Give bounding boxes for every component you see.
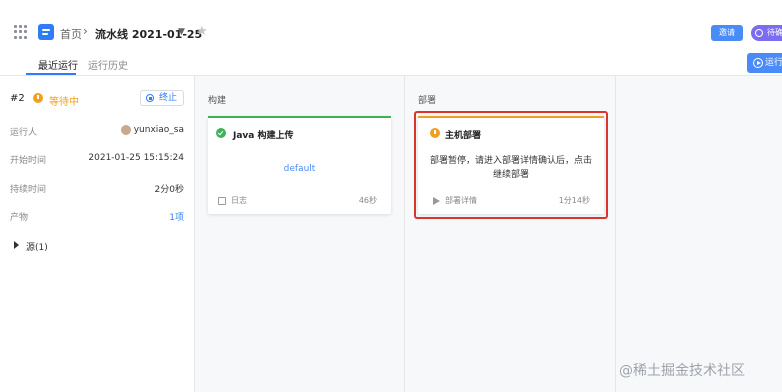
stage-title: 构建	[208, 96, 227, 106]
log-icon	[218, 197, 226, 205]
breadcrumb-separator: ›	[83, 24, 88, 38]
status-button[interactable]: 待确认	[751, 25, 782, 41]
artifacts-label: 产物	[10, 213, 29, 223]
success-icon	[216, 128, 226, 138]
start-time-label: 开始时间	[10, 156, 47, 166]
avatar	[121, 125, 131, 135]
tab-bar: 最近运行 运行历史	[0, 52, 782, 76]
tab-recent-runs[interactable]: 最近运行	[38, 57, 78, 72]
runner-label: 运行人	[10, 128, 38, 138]
job-output-link[interactable]: default	[208, 164, 391, 174]
stage-title: 部署	[418, 96, 437, 106]
tab-run-history[interactable]: 运行历史	[88, 57, 128, 72]
job-log-link[interactable]: 日志	[231, 195, 247, 206]
stop-icon	[146, 94, 154, 102]
duration-value: 2分0秒	[154, 185, 184, 195]
waiting-icon	[33, 93, 43, 103]
apps-grid-icon[interactable]	[14, 25, 28, 39]
status-label: 待确认	[767, 28, 782, 37]
stage-column-build: 构建 Java 构建上传 default 日志 46秒	[195, 76, 405, 392]
run-button-label: 运行	[765, 58, 782, 68]
stop-label: 终止	[159, 93, 178, 103]
job-duration: 46秒	[358, 196, 377, 205]
active-tab-indicator	[26, 73, 76, 75]
start-time-value: 2021-01-25 15:15:24	[88, 153, 184, 163]
run-info-panel: #2 等待中 终止 运行人 yunxiao_sa 开始时间 2021-01-25…	[0, 76, 195, 392]
artifacts-link[interactable]: 1项	[169, 210, 184, 223]
source-toggle[interactable]: 源(1)	[26, 240, 48, 253]
job-name: Java 构建上传	[233, 131, 294, 141]
invite-button[interactable]: 邀请	[711, 25, 743, 41]
duration-label: 持续时间	[10, 185, 47, 195]
run-button[interactable]: 运行	[747, 53, 782, 73]
watermark: @稀土掘金技术社区	[619, 363, 745, 379]
chevron-down-icon[interactable]: ▼	[178, 27, 185, 37]
runner-value: yunxiao_sa	[133, 125, 184, 135]
status-dot-icon	[755, 29, 763, 37]
run-status: 等待中	[49, 97, 79, 108]
play-icon	[753, 58, 763, 68]
job-card-build[interactable]: Java 构建上传 default 日志 46秒	[208, 116, 391, 214]
top-bar: 首页 › 流水线 2021-01-25 ▼ ★ 邀请 待确认	[0, 0, 782, 52]
job-status-bar	[208, 116, 391, 118]
breadcrumb-home[interactable]: 首页	[60, 26, 82, 42]
star-icon[interactable]: ★	[196, 24, 208, 39]
highlight-box	[414, 111, 608, 219]
caret-right-icon[interactable]	[14, 241, 19, 249]
pipeline-title[interactable]: 流水线 2021-01-25	[95, 26, 202, 42]
app-logo-icon	[38, 24, 54, 40]
stop-button[interactable]: 终止	[140, 90, 184, 106]
run-number: #2	[10, 93, 25, 104]
